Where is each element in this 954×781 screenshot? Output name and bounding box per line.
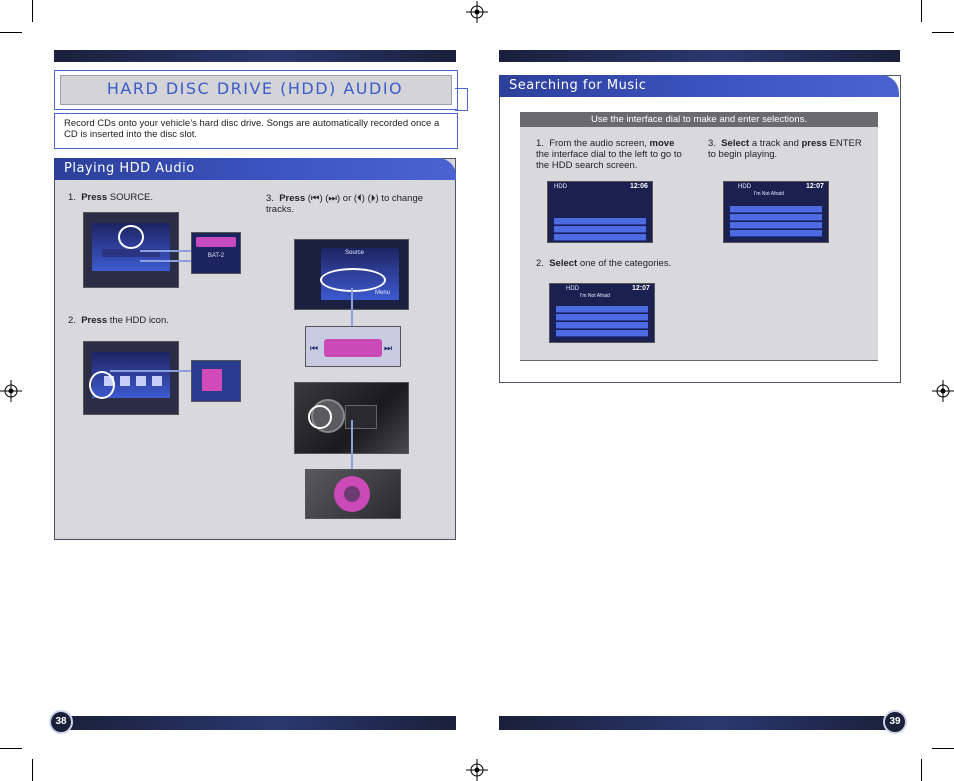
step-1: 1. Press SOURCE. <box>68 192 154 203</box>
callout-line <box>351 288 353 326</box>
crop-mark <box>932 32 954 33</box>
crop-mark <box>32 0 33 22</box>
page-title: HARD DISC DRIVE (HDD) AUDIO <box>106 79 404 98</box>
hdd-category-screen: HDD I'm Not Afraid 12:07 <box>549 283 655 343</box>
skip-forward-icon: ⏭ <box>384 343 393 353</box>
left-top-bar <box>54 50 456 62</box>
callout-line <box>351 420 353 470</box>
crop-mark <box>32 759 33 781</box>
instruction-bar: Use the interface dial to make and enter… <box>520 112 878 127</box>
registration-mark-icon <box>466 759 488 781</box>
crop-mark <box>921 759 922 781</box>
time-display: 12:07 <box>806 183 824 190</box>
registration-mark-icon <box>0 380 22 402</box>
title-frame-tab <box>455 88 468 111</box>
registration-mark-icon <box>932 380 954 402</box>
left-bottom-bar <box>60 716 456 730</box>
steering-control-zoom <box>305 469 401 519</box>
crop-mark <box>0 748 22 749</box>
crop-mark <box>921 0 922 22</box>
crop-mark <box>0 32 22 33</box>
search-step-1: 1. From the audio screen, move the inter… <box>536 138 682 171</box>
track-name: I'm Not Afraid <box>754 191 784 197</box>
section-header-playing: Playing HDD Audio <box>54 158 456 180</box>
hdd-track-screen: HDD I'm Not Afraid 12:07 <box>723 181 829 243</box>
callout-line <box>110 370 192 372</box>
menu-label: Menu <box>375 290 391 296</box>
source-highlight <box>118 225 144 249</box>
hdd-label: HDD <box>738 184 751 190</box>
search-step-2: 2. Select one of the categories. <box>536 258 672 269</box>
hdd-label: HDD <box>566 286 579 292</box>
preset-label: BAT-2 <box>207 253 225 259</box>
section-header-searching: Searching for Music <box>499 75 899 97</box>
hdd-label: HDD <box>554 184 567 190</box>
step-3: 3. Press (⏮) (⏭) or (⏴) (⏵) to change tr… <box>266 193 424 215</box>
hdd-search-screen: HDD 12:06 <box>547 181 653 243</box>
callout-line <box>140 250 192 252</box>
track-buttons-highlight <box>320 268 386 292</box>
right-bottom-bar <box>499 716 895 730</box>
hdd-icon-highlight <box>89 371 115 399</box>
time-display: 12:07 <box>632 285 650 292</box>
skip-back-icon: ⏮ <box>310 343 319 353</box>
time-display: 12:06 <box>630 183 648 190</box>
page-number-right: 39 <box>883 710 907 734</box>
intro-text: Record CDs onto your vehicle’s hard disc… <box>64 118 440 140</box>
crop-mark <box>932 748 954 749</box>
registration-mark-icon <box>466 1 488 23</box>
search-step-3: 3. Select a track and press ENTER to beg… <box>708 138 862 160</box>
callout-line <box>140 260 192 262</box>
track-name: I'm Not Afraid <box>580 293 610 299</box>
right-top-bar <box>499 50 900 62</box>
hdd-icon-zoom <box>191 360 241 402</box>
source-zoom: BAT-2 <box>191 232 241 274</box>
steering-control-highlight <box>308 405 332 429</box>
step-2: 2. Press the HDD icon. <box>68 315 169 326</box>
source-label: Source <box>345 250 365 256</box>
track-buttons-zoom: ⏮ ⏭ <box>305 326 401 367</box>
page-number-left: 38 <box>49 710 73 734</box>
